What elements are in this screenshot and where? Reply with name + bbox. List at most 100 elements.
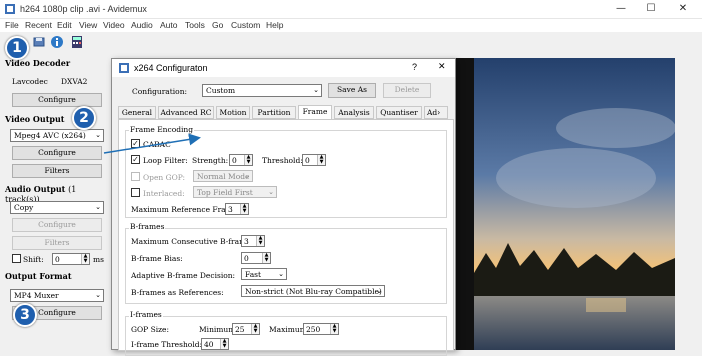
avidemux-app-icon (5, 4, 15, 14)
threshold-spinbox[interactable]: 0 ▲ ▼ (302, 154, 326, 166)
dialog-titlebar: x264 Configuraton ? ✕ (112, 59, 455, 77)
spin-arrows-icon: ▲ ▼ (81, 254, 89, 264)
minimize-button[interactable]: — (606, 1, 636, 17)
save-as-button[interactable]: Save As (328, 83, 376, 98)
shift-unit: ms (93, 255, 104, 264)
shift-label: Shift: (23, 255, 44, 264)
audio-filters-button[interactable]: Filters (12, 236, 102, 250)
spin-arrows-icon: ▲ ▼ (244, 155, 252, 165)
iframe-threshold-label: I-frame Threshold: (131, 340, 203, 349)
menu-custom[interactable]: Custom (231, 20, 260, 30)
bframes-references-label: B-frames as References: (131, 288, 224, 297)
menu-bar: File Recent Edit View Video Audio Auto T… (0, 19, 702, 32)
dialog-title: x264 Configuraton (134, 63, 208, 73)
menu-help[interactable]: Help (266, 20, 283, 30)
audio-configure-button[interactable]: Configure (12, 218, 102, 232)
menu-auto[interactable]: Auto (160, 20, 178, 30)
dialog-app-icon (119, 63, 129, 73)
chevron-down-icon: ⌄ (313, 86, 319, 94)
bframes-references-select[interactable]: Non-strict (Not Blu-ray Compatible) ⌄ (241, 285, 385, 297)
cabac-label: CABAC (143, 140, 171, 149)
dialog-close-button[interactable]: ✕ (438, 62, 446, 72)
tab-motion[interactable]: Motion (216, 106, 250, 119)
max-consecutive-bframes-label: Maximum Consecutive B-frames: (131, 237, 258, 246)
menu-edit[interactable]: Edit (57, 20, 72, 30)
interlaced-label: Interlaced: (143, 189, 185, 198)
open-gop-checkbox[interactable] (131, 172, 140, 181)
interlaced-checkbox[interactable] (131, 188, 140, 197)
menu-view[interactable]: View (79, 20, 97, 30)
calculator-icon[interactable] (70, 35, 84, 49)
chevron-down-icon: ⌄ (95, 131, 101, 139)
video-filters-button[interactable]: Filters (12, 164, 102, 178)
strength-spinbox[interactable]: 0 ▲ ▼ (229, 154, 253, 166)
bframe-bias-spinbox[interactable]: 0 ▲ ▼ (241, 252, 271, 264)
chevron-down-icon: ⌄ (244, 172, 250, 180)
configuration-value: Custom (206, 86, 236, 95)
tab-analysis[interactable]: Analysis (334, 106, 374, 119)
shift-checkbox[interactable] (12, 254, 21, 263)
menu-video[interactable]: Video (103, 20, 125, 30)
chevron-down-icon: ⌄ (376, 287, 382, 295)
chevron-down-icon: ⌄ (95, 203, 101, 211)
menu-tools[interactable]: Tools (185, 20, 205, 30)
video-configure-button[interactable]: Configure (12, 146, 102, 160)
muxer-select[interactable]: MP4 Muxer ⌄ (10, 289, 104, 302)
help-button[interactable]: ? (412, 62, 417, 72)
max-consecutive-bframes-spinbox[interactable]: 3 ▲ ▼ (241, 235, 265, 247)
menu-audio[interactable]: Audio (131, 20, 153, 30)
iframe-threshold-spinbox[interactable]: 40 ▲ ▼ (201, 338, 229, 350)
frame-encoding-title: Frame Encoding (129, 125, 195, 134)
configuration-select[interactable]: Custom ⌄ (202, 84, 322, 97)
adaptive-bframe-select[interactable]: Fast ⌄ (241, 268, 287, 280)
menu-file[interactable]: File (5, 20, 19, 30)
tab-advanced-rc[interactable]: Advanced RC (158, 106, 214, 119)
audio-codec-select[interactable]: Copy ⌄ (10, 201, 104, 214)
gop-maximum-spinbox[interactable]: 250 ▲ ▼ (303, 323, 339, 335)
max-ref-frames-spinbox[interactable]: 3 ▲ ▼ (225, 203, 249, 215)
save-video-icon[interactable] (32, 35, 46, 49)
tab-frame[interactable]: Frame (298, 105, 332, 119)
right-sidebar (675, 58, 702, 350)
loop-filter-checkbox[interactable]: ✓ (131, 155, 140, 164)
video-codec-value: Mpeg4 AVC (x264) (14, 131, 86, 140)
maximize-button[interactable]: ☐ (636, 1, 666, 17)
chevron-down-icon: ⌄ (278, 270, 284, 278)
chevron-down-icon: ⌄ (95, 291, 101, 299)
window-titlebar: h264 1080p clip .avi - Avidemux — ☐ ✕ (0, 0, 702, 19)
x264-config-dialog: x264 Configuraton ? ✕ Configuration: Cus… (111, 58, 456, 356)
audio-codec-value: Copy (14, 203, 34, 212)
chevron-down-icon: ⌄ (268, 188, 274, 196)
tab-partition[interactable]: Partition (252, 106, 296, 119)
interlaced-select[interactable]: Top Field First ⌄ (193, 186, 277, 198)
step-badge-2: 2 (72, 106, 96, 130)
spin-arrows-icon: ▲ ▼ (317, 155, 325, 165)
open-gop-select[interactable]: Normal Mode ⌄ (193, 170, 253, 182)
iframes-title: I-frames (129, 310, 163, 319)
window-title: h264 1080p clip .avi - Avidemux (20, 4, 147, 14)
video-codec-select[interactable]: Mpeg4 AVC (x264) ⌄ (10, 129, 104, 142)
tab-general[interactable]: General (118, 106, 156, 119)
close-button[interactable]: ✕ (668, 1, 698, 17)
delete-button[interactable]: Delete (383, 83, 431, 98)
info-icon[interactable] (50, 35, 64, 49)
configuration-label: Configuration: (132, 87, 188, 96)
adaptive-bframe-label: Adaptive B-frame Decision: (131, 271, 236, 280)
menu-recent[interactable]: Recent (25, 20, 52, 30)
gop-minimum-spinbox[interactable]: 25 ▲ ▼ (232, 323, 260, 335)
muxer-value: MP4 Muxer (14, 291, 59, 300)
toolbar (0, 32, 702, 52)
decoder-configure-button[interactable]: Configure (12, 93, 102, 107)
strength-label: Strength: (192, 156, 229, 165)
sunset-landscape-image (456, 58, 675, 350)
output-format-title: Output Format (5, 271, 72, 281)
gop-size-label: GOP Size: (131, 325, 170, 334)
bframes-title: B-frames (129, 222, 166, 231)
tab-advanced[interactable]: Ad› (424, 106, 448, 119)
menu-go[interactable]: Go (212, 20, 223, 30)
step-badge-1: 1 (5, 36, 29, 60)
cabac-checkbox[interactable]: ✓ (131, 139, 140, 148)
shift-spinbox[interactable]: 0 ▲ ▼ (52, 253, 90, 265)
iframes-group (125, 316, 447, 356)
tab-quantiser[interactable]: Quantiser (376, 106, 422, 119)
